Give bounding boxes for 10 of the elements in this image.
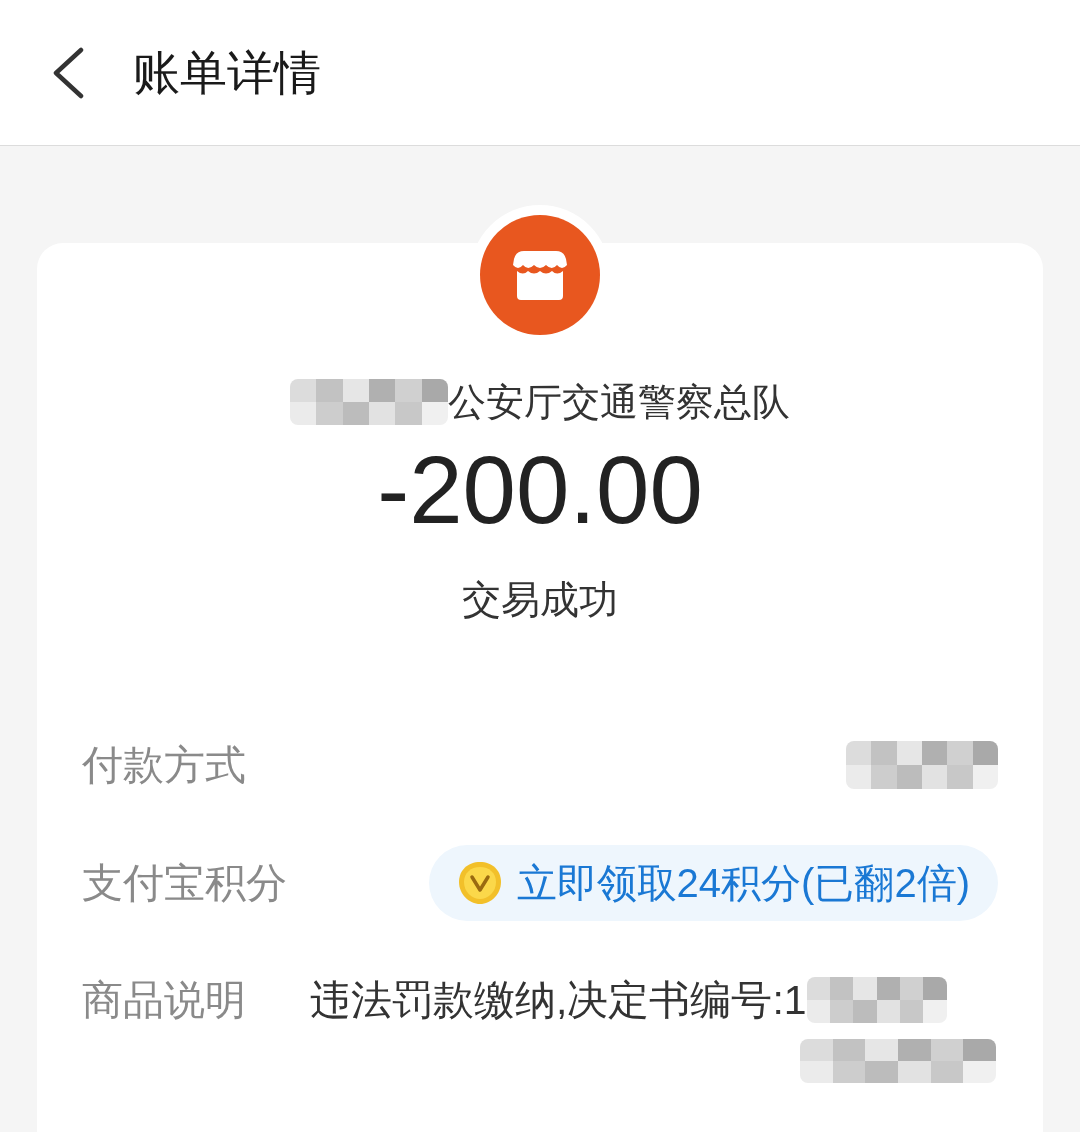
points-claim-button[interactable]: 立即领取24积分(已翻2倍) [428,845,998,921]
detail-label: 付款方式 [82,741,247,790]
page-title: 账单详情 [133,44,321,101]
amount: -200.00 [377,435,703,545]
coin-icon [456,860,503,906]
detail-label: 支付宝积分 [82,859,288,908]
transaction-status: 交易成功 [462,577,618,623]
detail-label: 商品说明 [82,976,247,1025]
detail-value: 违法罚款缴纳,决定书编号:1 [310,976,807,1025]
merchant-name: 公安厅交通警察总队 [448,380,790,425]
